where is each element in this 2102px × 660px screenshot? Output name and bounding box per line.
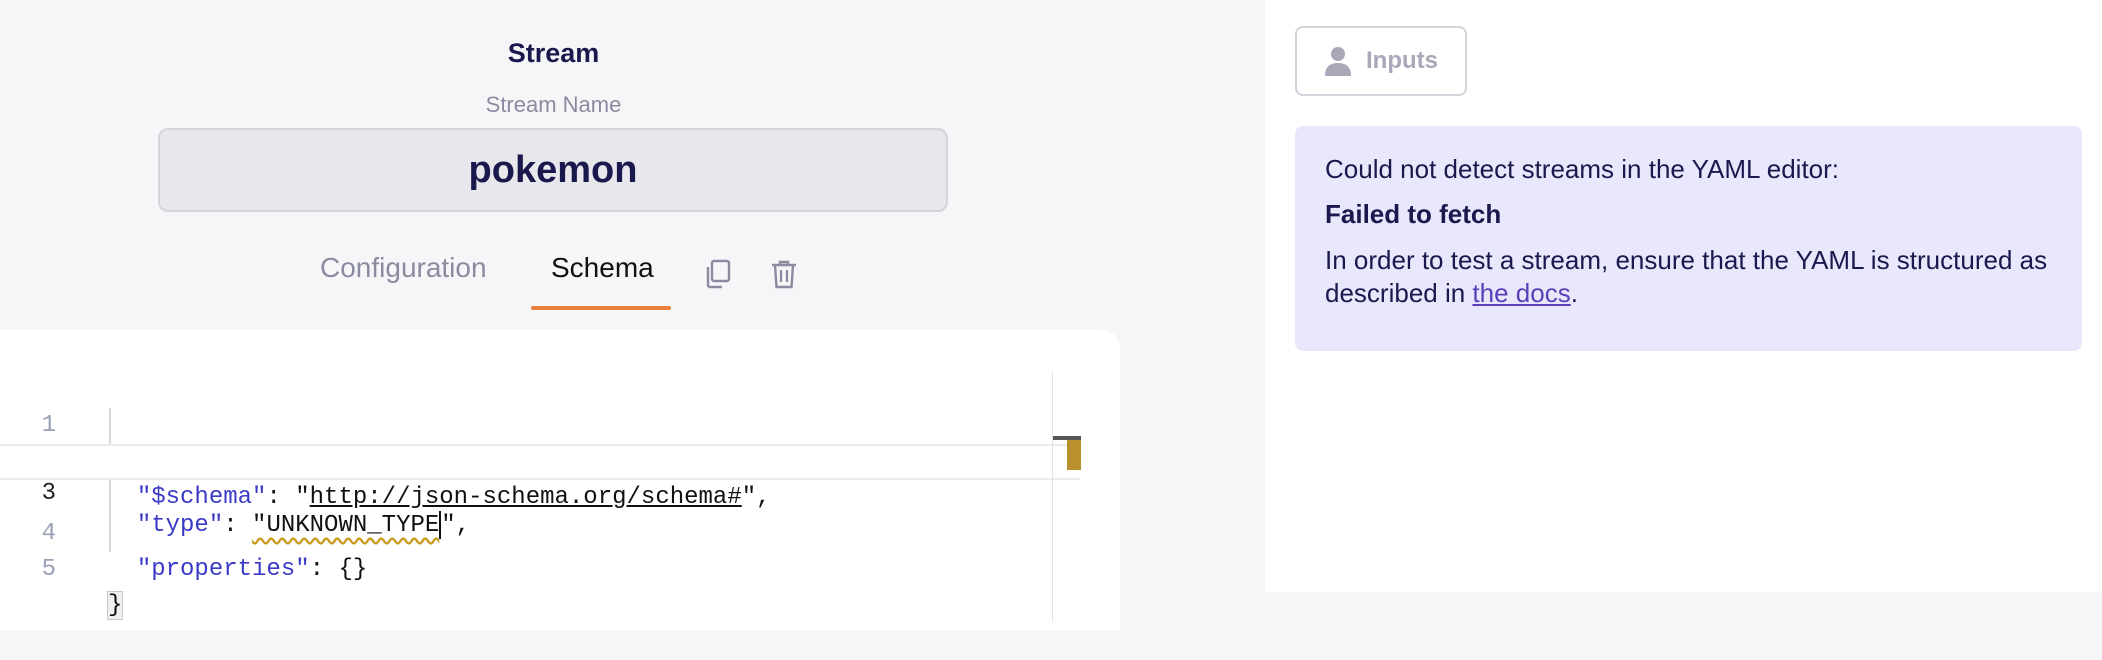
alert-title: Could not detect streams in the YAML edi… (1325, 154, 1840, 184)
code-line: 1 { (0, 372, 1080, 476)
delete-button[interactable] (766, 256, 802, 292)
active-tab-indicator (531, 306, 671, 310)
line-number: 5 (41, 556, 56, 583)
stream-name-input[interactable]: pokemon (158, 128, 948, 212)
code-line: 4 "properties": {} (0, 480, 1080, 583)
inputs-label: Inputs (1366, 47, 1438, 74)
alert-error: Failed to fetch (1325, 199, 1502, 229)
editor-minimap[interactable] (1052, 372, 1081, 622)
tab-schema[interactable]: Schema (551, 252, 654, 284)
copy-icon (706, 259, 731, 289)
schema-editor[interactable]: 1 { 2 "$schema": "http://json-schema.org… (0, 330, 1120, 630)
user-icon (1325, 47, 1351, 76)
inputs-button[interactable]: Inputs (1295, 26, 1467, 96)
stream-tabs: Configuration Schema (0, 250, 1107, 310)
json-key: "properties" (136, 556, 310, 583)
alert-description: In order to test a stream, ensure that t… (1325, 245, 2048, 308)
close-brace: } (106, 591, 124, 620)
minimap-warning-marker (1067, 440, 1081, 470)
code-line: 5 } (0, 516, 1080, 620)
trash-icon (772, 260, 796, 289)
stream-panel: Stream Stream Name pokemon Configuration… (0, 0, 1265, 630)
stream-name-label: Stream Name (485, 92, 622, 117)
stream-detection-alert: Could not detect streams in the YAML edi… (1295, 126, 2082, 351)
code-line-current: 3 "type": "UNKNOWN_TYPE", (0, 444, 1080, 539)
tab-configuration[interactable]: Configuration (320, 252, 487, 284)
code-line: 2 "$schema": "http://json-schema.org/sch… (0, 408, 1080, 511)
testing-panel: Inputs Could not detect streams in the Y… (1265, 0, 2102, 592)
stream-heading: Stream (507, 38, 600, 68)
copy-button[interactable] (700, 256, 736, 292)
code-area[interactable]: 1 { 2 "$schema": "http://json-schema.org… (0, 372, 1080, 620)
docs-link[interactable]: the docs (1472, 278, 1570, 308)
